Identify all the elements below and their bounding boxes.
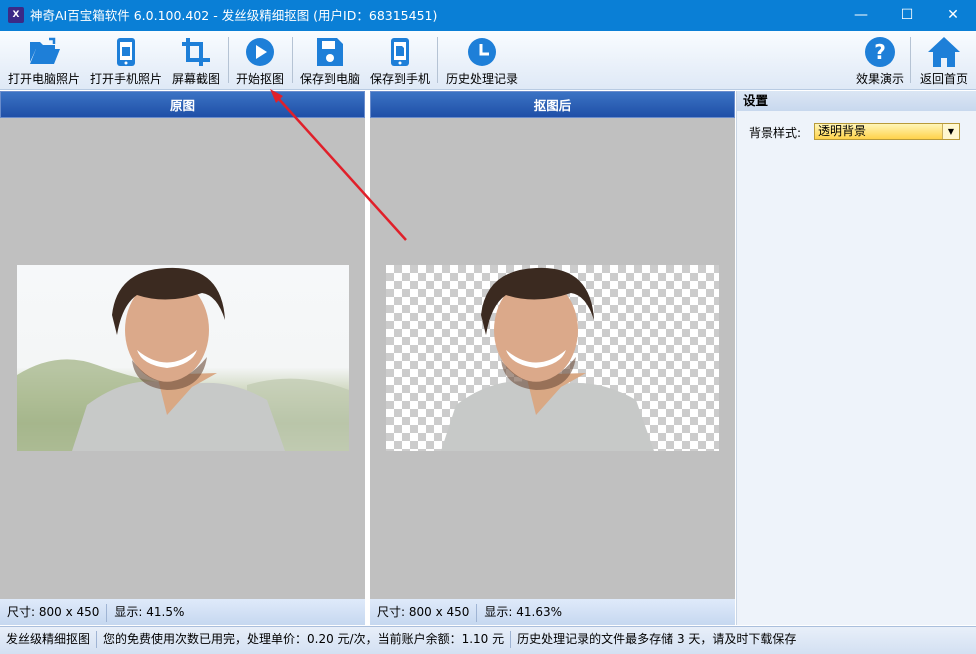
status-bar: 发丝级精细抠图 您的免费使用次数已用完，处理单价：0.20 元/次，当前账户余额：… <box>0 626 976 654</box>
status-history-note: 历史处理记录的文件最多存储 3 天，请及时下载保存 <box>517 632 797 646</box>
annotation-arrow <box>270 89 407 241</box>
status-mode: 发丝级精细抠图 <box>6 632 91 646</box>
status-quota: 您的免费使用次数已用完，处理单价：0.20 元/次，当前账户余额：1.10 元 <box>103 632 505 646</box>
